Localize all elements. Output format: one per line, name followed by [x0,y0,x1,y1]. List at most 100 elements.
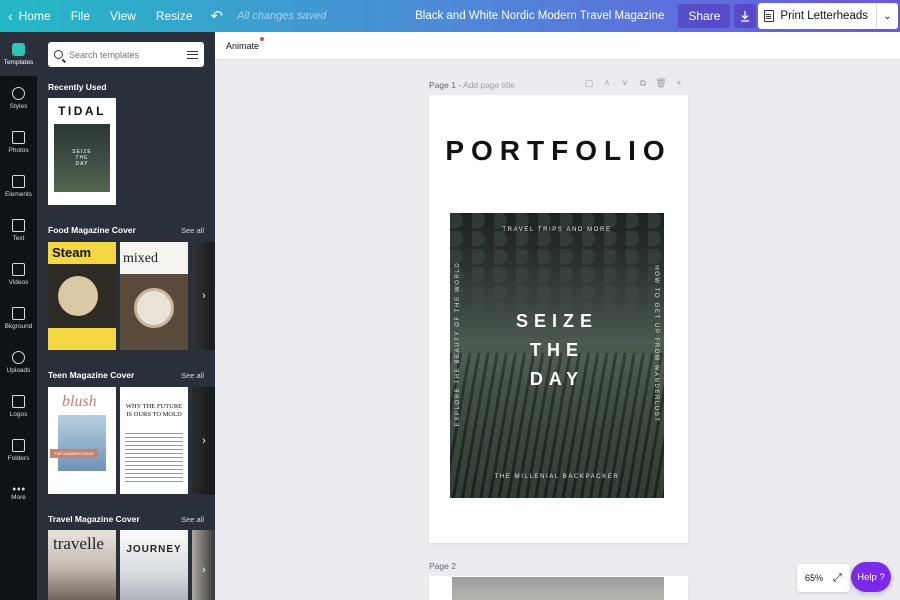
expand-icon[interactable]: ⤢ [833,572,842,585]
rail-videos[interactable]: Videos [0,252,37,296]
see-all-teen[interactable]: See all [181,371,204,380]
rail-elements[interactable]: Elements [0,164,37,208]
thumb-photo [58,276,98,316]
design-line-2[interactable]: THE [450,340,664,361]
notification-dot [260,37,265,41]
rail-folders[interactable]: Folders [0,428,37,472]
trash-icon[interactable]: 🗑 [655,78,667,89]
rail-label: Bkground [4,322,33,330]
rail-background[interactable]: Bkground [0,296,37,340]
templates-icon [12,42,25,56]
add-page-icon[interactable]: + [673,78,685,89]
videos-icon [12,262,25,276]
thumb-title: JOURNEY [126,544,182,555]
page-2-photo[interactable] [452,577,664,600]
design-title[interactable]: PORTFOLIO [429,135,688,167]
search-input[interactable] [69,49,179,60]
see-all-food[interactable]: See all [181,226,204,235]
page-1[interactable]: PORTFOLIO TRAVEL TRIPS AND MORE EXPLORE … [429,95,688,543]
rail-label: Logos [9,410,28,418]
document-icon [764,10,775,22]
undo-icon[interactable]: ↶ [203,0,232,32]
rail-label: Uploads [6,366,31,374]
logos-icon [12,394,25,408]
editor-toolbar: Animate [215,32,900,60]
filter-icon[interactable] [187,50,198,60]
add-page-title[interactable]: Add page title [463,80,515,90]
design-line-1[interactable]: SEIZE [450,311,664,332]
duplicate-icon[interactable]: ⧉ [637,78,649,89]
download-button[interactable] [734,4,757,28]
uploads-icon [12,350,25,364]
chevron-right-icon[interactable]: › [193,530,215,600]
document-title[interactable]: Black and White Nordic Modern Travel Mag… [415,10,678,22]
chevron-down-icon[interactable]: ⌄ [876,3,898,29]
search-icon [54,50,63,59]
thumb-tag: THE SUMMER ISSUE [50,449,99,458]
page-tools: ▢ ˄ ˅ ⧉ 🗑 + [583,78,685,89]
background-icon [12,306,25,320]
page-2[interactable] [429,576,688,600]
design-line-3[interactable]: DAY [450,369,664,390]
home-button[interactable]: ‹ Home [0,0,61,32]
zoom-level[interactable]: 65% [805,573,823,583]
thumb-text-lines [125,433,183,485]
see-all-travel[interactable]: See all [181,515,204,524]
help-button[interactable]: Help ? [851,562,891,592]
template-thumb-tidal[interactable]: TIDAL SEIZE THE DAY [48,98,116,205]
rail-label: Photos [8,146,29,154]
page-1-label[interactable]: Page 1 - Add page title [429,80,515,90]
side-rail: Templates Styles Photos Elements Text Vi… [0,32,37,600]
download-icon [741,10,750,22]
template-thumb-future[interactable]: WHY THE FUTURE IS OURS TO MOLD [120,387,188,494]
thumb-title: mixed [123,251,158,266]
folders-icon [12,438,25,452]
rail-templates[interactable]: Templates [0,32,37,76]
template-thumb-blush[interactable]: blush THE SUMMER ISSUE [48,387,116,494]
thumb-title: Steam [48,242,116,264]
chevron-right-icon[interactable]: › [193,242,215,350]
rail-label: Styles [9,102,28,110]
rail-photos[interactable]: Photos [0,120,37,164]
animate-label: Animate [226,41,260,51]
design-bottom-text[interactable]: THE MILLENIAL BACKPACKER [450,474,664,480]
page-2-label[interactable]: Page 2 [429,561,456,571]
template-thumb-journey[interactable]: JOURNEY [120,530,188,600]
chevron-right-icon[interactable]: › [193,387,215,495]
text-icon [12,218,25,232]
styles-icon [12,86,25,100]
design-photo[interactable]: TRAVEL TRIPS AND MORE EXPLORE THE BEAUTY… [450,213,664,498]
print-button[interactable]: Print Letterheads ⌄ [758,3,898,29]
zoom-control[interactable]: 65% ⤢ [797,564,850,592]
note-icon[interactable]: ▢ [583,78,595,89]
canvas-area: Animate Page 1 - Add page title ▢ ˄ ˅ ⧉ … [215,32,900,600]
section-recently-used: Recently Used [48,82,107,92]
chevron-down-icon[interactable]: ˅ [619,78,631,89]
share-button[interactable]: Share [678,4,731,28]
template-thumb-steam[interactable]: Steam [48,242,116,350]
rail-text[interactable]: Text [0,208,37,252]
resize-menu[interactable]: Resize [146,0,203,32]
thumb-caption-3: DAY [75,161,89,167]
thumb-title: WHY THE FUTURE IS OURS TO MOLD [125,403,183,418]
design-top-text[interactable]: TRAVEL TRIPS AND MORE [450,227,664,233]
template-thumb-mixed[interactable]: mixed [120,242,188,350]
chevron-up-icon[interactable]: ˄ [601,78,613,89]
thumb-title: travelle [53,534,104,553]
photos-icon [12,130,25,144]
rail-logos[interactable]: Logos [0,384,37,428]
rail-styles[interactable]: Styles [0,76,37,120]
rail-more[interactable]: More [0,472,37,516]
page-1-name: Page 1 - [429,80,464,90]
file-menu[interactable]: File [61,0,100,32]
section-travel: Travel Magazine Cover [48,514,140,524]
rail-label: Templates [3,58,34,66]
chevron-left-icon: ‹ [8,8,13,24]
rail-uploads[interactable]: Uploads [0,340,37,384]
template-thumb-travelle[interactable]: travelle [48,530,116,600]
thumb-title: TIDAL [58,104,106,118]
elements-icon [12,174,25,188]
animate-button[interactable]: Animate [226,37,265,51]
search-box[interactable] [48,42,204,67]
view-menu[interactable]: View [100,0,146,32]
